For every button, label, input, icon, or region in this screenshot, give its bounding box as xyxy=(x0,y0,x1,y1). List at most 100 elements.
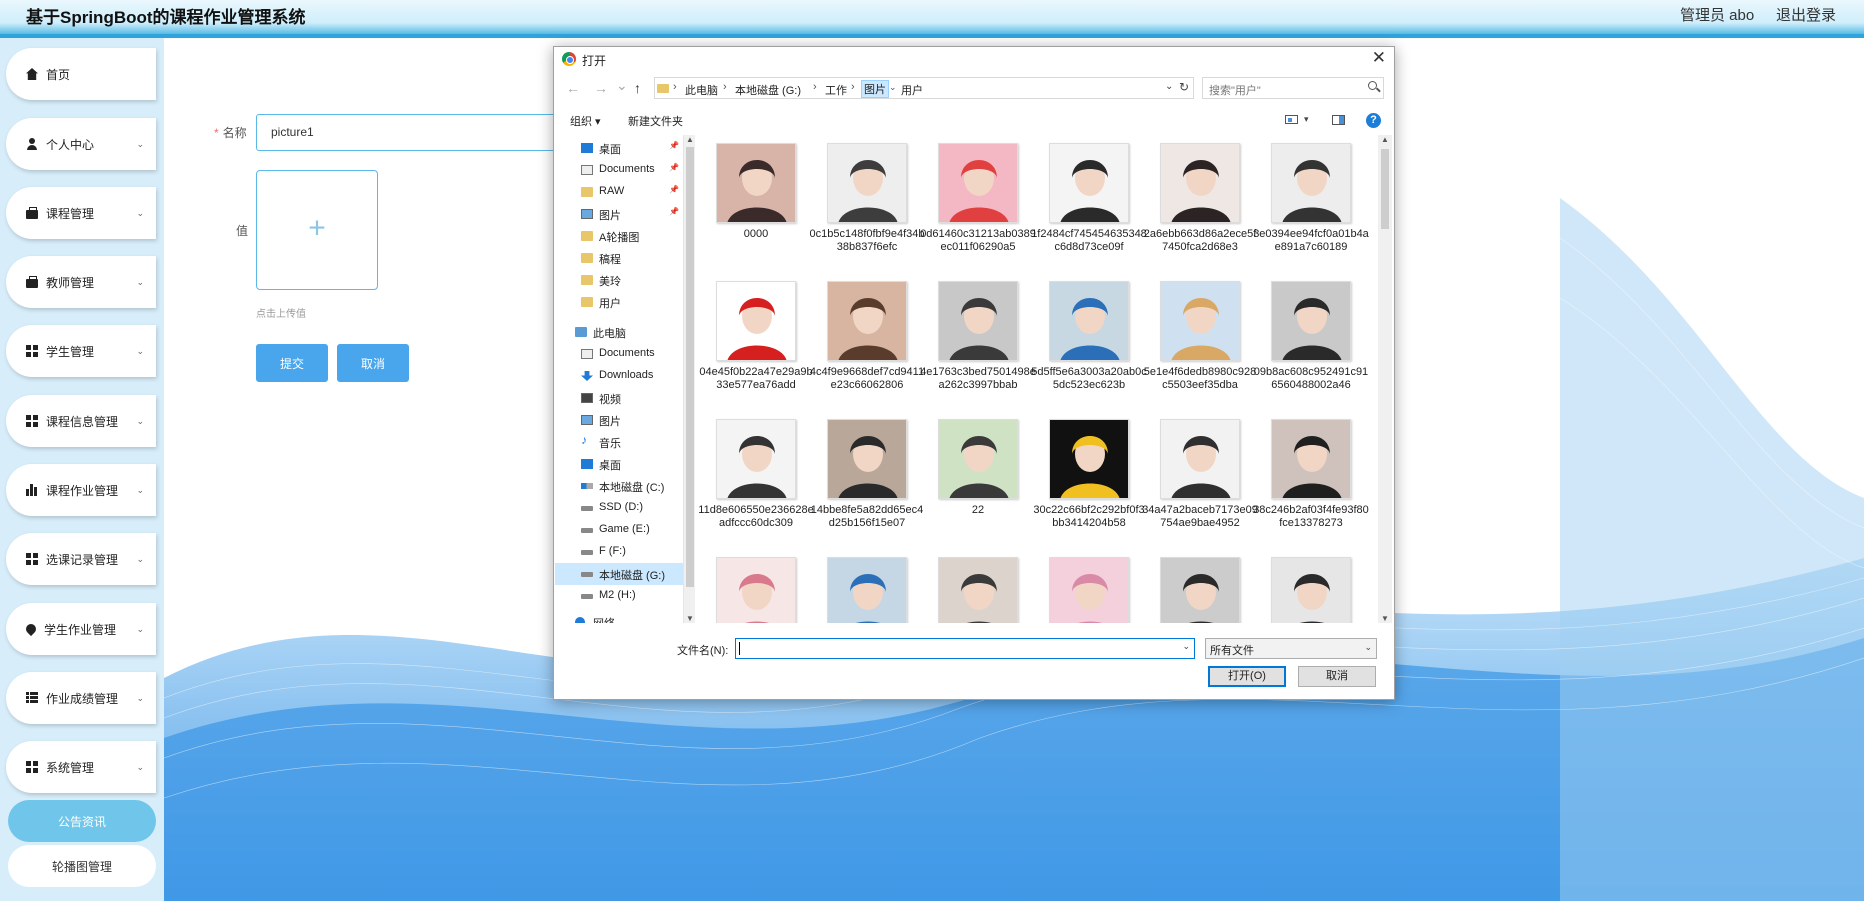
dialog-cancel-button[interactable]: 取消 xyxy=(1298,666,1376,687)
tree-item[interactable]: 本地磁盘 (C:) xyxy=(555,475,683,497)
up-arrow-icon[interactable]: ↑ xyxy=(634,80,641,96)
chevron-down-icon[interactable]: ▾ xyxy=(1304,114,1309,125)
back-arrow-icon[interactable]: ← xyxy=(566,80,580,96)
tree-item[interactable]: 用户 xyxy=(555,291,683,313)
file-item[interactable]: 5e1e4f6dedb8980c928c5503eef35dba xyxy=(1142,273,1256,409)
chevron-down-icon: ⌄ xyxy=(136,138,144,149)
address-dropdown-icon[interactable]: ⌄ xyxy=(1165,81,1173,92)
submit-button[interactable]: 提交 xyxy=(256,344,328,382)
tree-item[interactable]: 视频 xyxy=(555,387,683,409)
address-bar[interactable]: › 此电脑 › 本地磁盘 (G:) › 工作 › 图片 ⌄ 用户 ⌄ ↻ xyxy=(654,77,1194,99)
preview-pane-icon[interactable] xyxy=(1332,115,1345,125)
file-item[interactable]: 0d61460c31213ab0389ec011f06290a5 xyxy=(920,135,1036,271)
image-upload-box[interactable]: + xyxy=(256,170,378,290)
file-item[interactable] xyxy=(1253,549,1359,623)
sidebar-item-home[interactable]: 首页 xyxy=(6,48,156,100)
tree-item[interactable]: 美玲 xyxy=(555,269,683,291)
tree-item[interactable]: Game (E:) xyxy=(555,519,683,541)
file-item[interactable] xyxy=(920,549,1026,623)
tree-item[interactable]: 图片 📌 xyxy=(555,203,683,225)
tree-item[interactable]: 网络 xyxy=(555,611,683,623)
file-item[interactable]: 5d5ff5e6a3003a20ab0c5dc523ec623b xyxy=(1031,273,1147,409)
sidebar-item-student-homework[interactable]: 学生作业管理 ⌄ xyxy=(6,603,156,655)
breadcrumb-work[interactable]: 工作 xyxy=(825,82,847,98)
tree-item[interactable]: ♪ 音乐 xyxy=(555,431,683,453)
search-input[interactable]: 搜索"用户" xyxy=(1202,77,1384,99)
tree-item[interactable]: F (F:) xyxy=(555,541,683,563)
tree-item[interactable]: Documents 📌 xyxy=(555,159,683,181)
name-input[interactable]: picture1 xyxy=(256,114,556,151)
file-item[interactable]: 3e0394ee94fcf0a01b4ae891a7c60189 xyxy=(1253,135,1369,271)
file-item[interactable]: 1f2484cf745454635348c6d8d73ce09f xyxy=(1031,135,1147,271)
sidebar-item-homework-management[interactable]: 课程作业管理 ⌄ xyxy=(6,464,156,516)
sidebar-item-course-info-management[interactable]: 课程信息管理 ⌄ xyxy=(6,395,156,447)
close-icon[interactable]: ✕ xyxy=(1372,48,1386,68)
help-icon[interactable]: ? xyxy=(1366,113,1381,128)
breadcrumb-this-pc[interactable]: 此电脑 xyxy=(685,82,718,98)
scroll-up-icon[interactable]: ▲ xyxy=(686,135,694,144)
tree-item[interactable]: 此电脑 xyxy=(555,321,683,343)
tree-item[interactable]: 本地磁盘 (G:) xyxy=(555,563,683,585)
file-item[interactable]: 30c22c66bf2c292bf0f3bb3414204b58 xyxy=(1031,411,1145,547)
organize-menu[interactable]: 组织 ▾ xyxy=(570,113,601,129)
tree-item[interactable]: RAW 📌 xyxy=(555,181,683,203)
file-item[interactable]: 11d8e606550e236628eadfccc60dc309 xyxy=(698,411,814,547)
tree-item[interactable]: Downloads xyxy=(555,365,683,387)
file-item[interactable]: 38c246b2af03f4fe93f80fce13378273 xyxy=(1253,411,1369,547)
sidebar-item-enrollment-records[interactable]: 选课记录管理 ⌄ xyxy=(6,533,156,585)
file-item[interactable]: 0000 xyxy=(698,135,804,271)
breadcrumb-drive-g[interactable]: 本地磁盘 (G:) xyxy=(735,82,801,98)
open-button[interactable]: 打开(O) xyxy=(1208,666,1286,687)
scroll-up-icon[interactable]: ▲ xyxy=(1381,135,1389,144)
breadcrumb-users[interactable]: 用户 xyxy=(901,82,923,98)
file-item[interactable]: 04e45f0b22a47e29a9b33e577ea76add xyxy=(698,273,813,409)
view-mode-icon[interactable] xyxy=(1285,115,1298,124)
breadcrumb-pictures[interactable]: 图片 xyxy=(861,80,889,98)
filetype-select[interactable]: 所有文件 ⌄ xyxy=(1205,638,1377,659)
tree-item[interactable]: 桌面 📌 xyxy=(555,137,683,159)
file-item[interactable]: 4e1763c3bed7501498ea262c3997bbab xyxy=(920,273,1036,409)
recent-locations-icon[interactable]: ⌄ xyxy=(616,77,628,94)
refresh-icon[interactable]: ↻ xyxy=(1179,80,1189,94)
file-item[interactable]: 34a47a2baceb7173e09754ae9bae4952 xyxy=(1142,411,1258,547)
sidebar-item-system-management[interactable]: 系统管理 ⌄ xyxy=(6,741,156,793)
chevron-down-icon[interactable]: ⌄ xyxy=(1182,641,1190,652)
scroll-down-icon[interactable]: ▼ xyxy=(1381,614,1389,623)
scroll-down-icon[interactable]: ▼ xyxy=(686,614,694,623)
sidebar-subitem-announcements[interactable]: 公告资讯 xyxy=(8,800,156,842)
filename-input[interactable]: ⌄ xyxy=(735,638,1195,659)
sidebar-item-course-management[interactable]: 课程管理 ⌄ xyxy=(6,187,156,239)
files-scrollbar[interactable]: ▲ ▼ xyxy=(1378,135,1392,623)
forward-arrow-icon[interactable]: → xyxy=(594,80,608,96)
file-item[interactable] xyxy=(1142,549,1248,623)
file-item[interactable] xyxy=(698,549,804,623)
tree-item[interactable]: 稿程 xyxy=(555,247,683,269)
file-item[interactable]: 4c4f9e9668def7cd9411e23c66062806 xyxy=(809,273,924,409)
tree-item[interactable]: 桌面 xyxy=(555,453,683,475)
tree-item[interactable]: SSD (D:) xyxy=(555,497,683,519)
file-open-dialog: 打开 ✕ ← → ⌄ ↑ › 此电脑 › 本地磁盘 (G:) › 工作 › 图片… xyxy=(553,46,1395,700)
tree-item[interactable]: A轮播图 xyxy=(555,225,683,247)
file-item[interactable]: 09b8ac608c952491c916560488002a46 xyxy=(1253,273,1368,409)
tree-item[interactable]: Documents xyxy=(555,343,683,365)
scrollbar-thumb[interactable] xyxy=(1381,149,1389,229)
chevron-down-icon[interactable]: ⌄ xyxy=(889,82,897,93)
file-item[interactable]: 2a6ebb663d86a2ece5f7450fca2d68e3 xyxy=(1142,135,1256,271)
tree-item[interactable]: 图片 xyxy=(555,409,683,431)
sidebar-item-personal-center[interactable]: 个人中心 ⌄ xyxy=(6,118,156,170)
file-item[interactable] xyxy=(1031,549,1137,623)
file-item[interactable]: 22 xyxy=(920,411,1026,547)
cancel-button[interactable]: 取消 xyxy=(337,344,409,382)
new-folder-button[interactable]: 新建文件夹 xyxy=(628,113,683,129)
sidebar-item-homework-grades[interactable]: 作业成绩管理 ⌄ xyxy=(6,672,156,724)
logout-link[interactable]: 退出登录 xyxy=(1776,4,1836,25)
file-item[interactable]: 0c1b5c148f0fbf9e4f34b38b837f6efc xyxy=(809,135,925,271)
tree-item[interactable]: M2 (H:) xyxy=(555,585,683,607)
scrollbar-thumb[interactable] xyxy=(686,147,694,587)
sidebar-subitem-carousel-management[interactable]: 轮播图管理 xyxy=(8,845,156,887)
sidebar-item-teacher-management[interactable]: 教师管理 ⌄ xyxy=(6,256,156,308)
file-item[interactable]: 14bbe8fe5a82dd65ec4d25b156f15e07 xyxy=(809,411,923,547)
sidebar-item-student-management[interactable]: 学生管理 ⌄ xyxy=(6,325,156,377)
tree-scrollbar[interactable]: ▲ ▼ xyxy=(683,135,695,623)
file-item[interactable] xyxy=(809,549,915,623)
